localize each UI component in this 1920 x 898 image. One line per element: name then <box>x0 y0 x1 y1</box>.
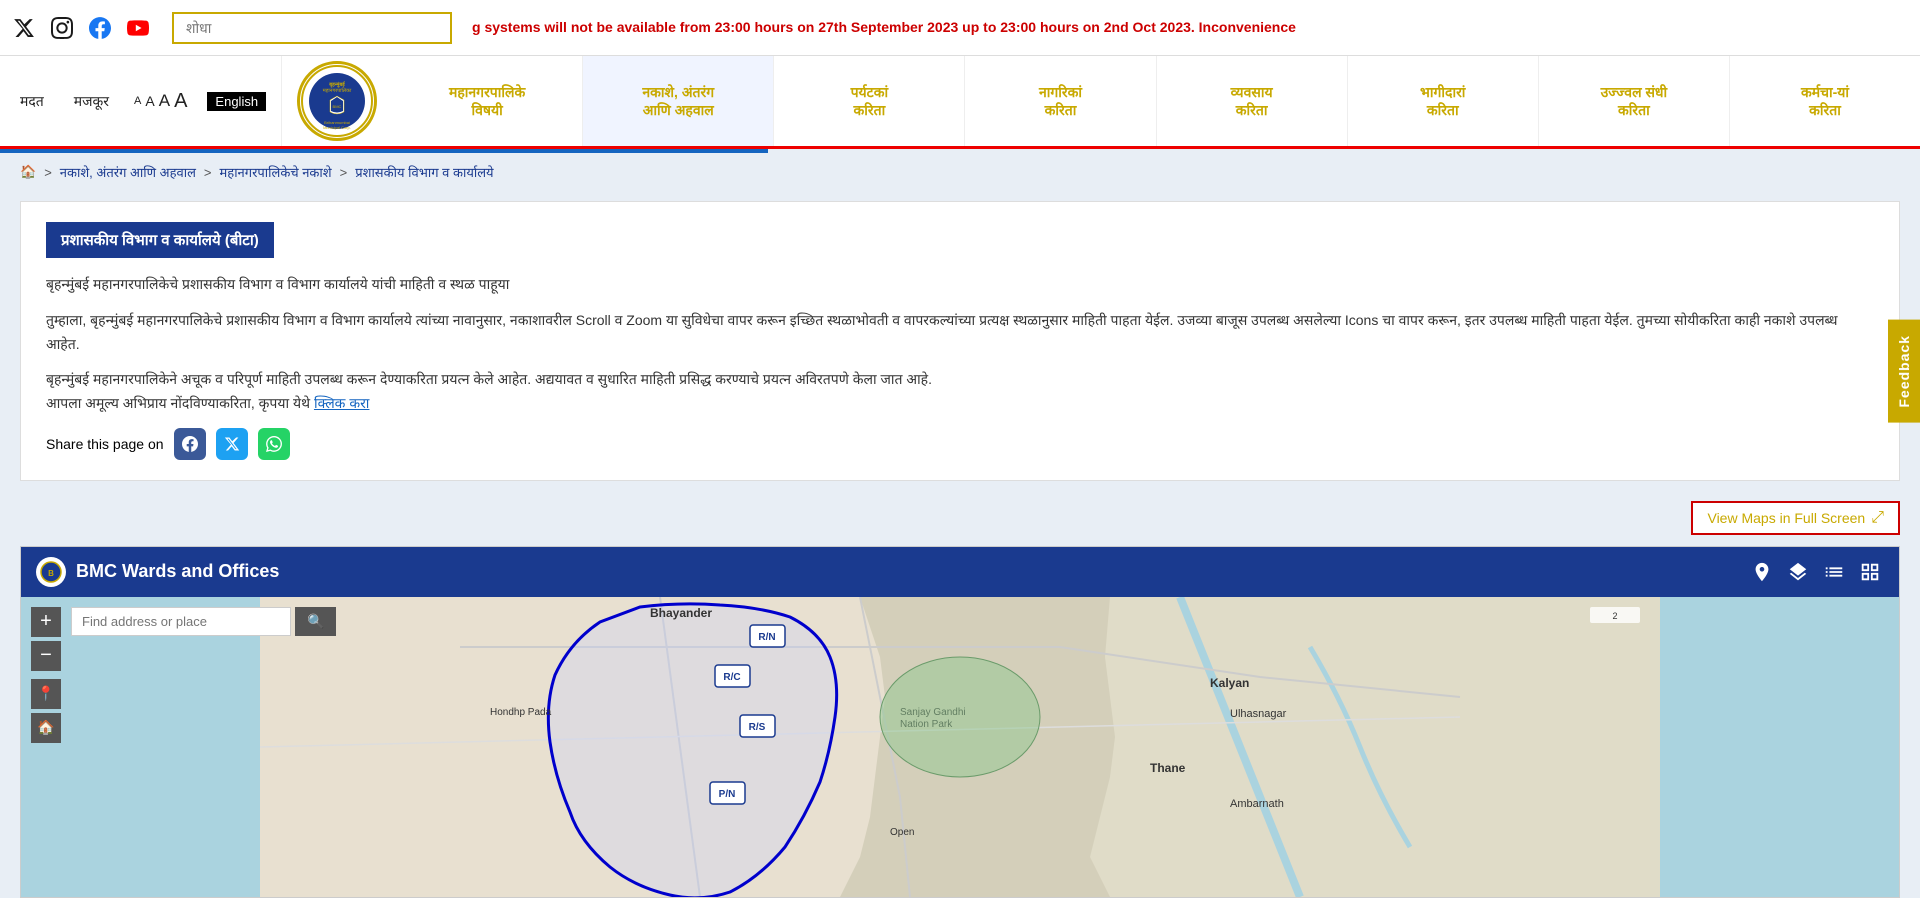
zoom-in-button[interactable]: + <box>31 607 61 637</box>
svg-text:Ulhasnagar: Ulhasnagar <box>1230 708 1287 720</box>
nav-item-7[interactable]: कर्मचा-यांकरिता <box>1730 56 1920 146</box>
svg-text:R/S: R/S <box>749 722 766 733</box>
breadcrumb-item2[interactable]: महानगरपालिकेचे नकाशे <box>220 163 332 181</box>
content-para1: बृहन्मुंबई महानगरपालिकेचे प्रशासकीय विभा… <box>46 273 1874 297</box>
map-tool-list[interactable] <box>1820 558 1848 586</box>
breadcrumb-home[interactable]: 🏠 <box>20 164 36 180</box>
map-canvas[interactable]: R/N R/C R/S P/N Bhayander Kalyan Ulhasna… <box>21 597 1899 897</box>
feedback-button[interactable]: Feedback <box>1888 320 1920 423</box>
map-body: + − 📍 🏠 🔍 <box>21 597 1899 897</box>
nav-logo: बृहन्मुंबई महानगरपालिका BMC Brihanmumbai… <box>297 61 377 141</box>
instagram-icon[interactable] <box>48 14 76 42</box>
content-para2: तुम्हाला, बृहन्मुंबई महानगरपालिकेचे प्रश… <box>46 309 1874 357</box>
svg-text:महानगरपालिका: महानगरपालिका <box>323 87 352 94</box>
marquee-area: g systems will not be available from 23:… <box>462 19 1910 37</box>
breadcrumb-sep3: > <box>340 165 348 180</box>
top-search-input[interactable] <box>172 12 452 44</box>
breadcrumb-item1[interactable]: नकाशे, अंतरंग आणि अहवाल <box>60 163 196 181</box>
nav-item-1[interactable]: नकाशे, अंतरंगआणि अहवाल <box>583 56 774 146</box>
nav-items: महानगरपालिकेविषयी नकाशे, अंतरंगआणि अहवाल… <box>392 56 1920 146</box>
view-maps-label: View Maps in Full Screen <box>1707 510 1865 526</box>
font-medium[interactable]: A <box>145 93 154 109</box>
svg-text:बृहन्मुंबई: बृहन्मुंबई <box>328 81 345 88</box>
nav-item-5[interactable]: भागीदारांकरिता <box>1348 56 1539 146</box>
language-button[interactable]: English <box>207 92 266 111</box>
map-header-logo: B <box>36 557 66 587</box>
my-location-button[interactable]: 📍 <box>31 679 61 709</box>
map-search-input[interactable] <box>71 607 291 636</box>
svg-text:Open: Open <box>890 827 914 838</box>
top-search-box <box>172 12 452 44</box>
nav-item-6[interactable]: उज्ज्वल संधीकरिता <box>1539 56 1730 146</box>
nav-logo-area: बृहन्मुंबई महानगरपालिका BMC Brihanmumbai… <box>282 56 392 146</box>
svg-text:Municipal Corp.: Municipal Corp. <box>323 125 351 130</box>
svg-text:2: 2 <box>1612 611 1617 621</box>
font-controls: A A A A <box>134 90 187 113</box>
view-maps-fullscreen-button[interactable]: View Maps in Full Screen ⤢ <box>1691 501 1900 535</box>
nav-item-4[interactable]: व्यवसायकरिता <box>1157 56 1348 146</box>
svg-text:B: B <box>48 569 54 578</box>
svg-text:P/N: P/N <box>719 789 736 800</box>
youtube-icon[interactable] <box>124 14 152 42</box>
map-header: B BMC Wards and Offices <box>21 547 1899 597</box>
map-tool-grid[interactable] <box>1856 558 1884 586</box>
nav-item-2[interactable]: पर्यटकांकरिता <box>774 56 965 146</box>
share-facebook[interactable] <box>174 428 206 460</box>
content-para3: बृहन्मुंबई महानगरपालिकेने अचूक व परिपूर्… <box>46 368 1874 416</box>
nav-bar: मदत मजकूर A A A A English बृहन्मुंबई महा… <box>0 56 1920 149</box>
svg-text:Hondhp Pada: Hondhp Pada <box>490 707 552 718</box>
marquee-text: g systems will not be available from 23:… <box>472 19 1296 35</box>
map-controls: + − 📍 🏠 <box>31 607 61 743</box>
help-link[interactable]: मदत <box>15 82 49 121</box>
svg-text:R/N: R/N <box>758 632 775 643</box>
nav-item-0[interactable]: महानगरपालिकेविषयी <box>392 56 583 146</box>
map-container: B BMC Wards and Offices <box>20 546 1900 898</box>
worker-link[interactable]: मजकूर <box>69 82 114 121</box>
svg-text:Ambarnath: Ambarnath <box>1230 798 1284 810</box>
map-tool-locate[interactable] <box>1748 558 1776 586</box>
breadcrumb-sep1: > <box>44 165 52 180</box>
map-search-area: 🔍 <box>71 607 336 636</box>
font-xlarge[interactable]: A <box>174 90 187 113</box>
map-title: BMC Wards and Offices <box>76 561 1738 582</box>
nav-item-3[interactable]: नागरिकांकरिता <box>965 56 1156 146</box>
svg-text:R/C: R/C <box>723 672 740 683</box>
facebook-icon[interactable] <box>86 14 114 42</box>
zoom-out-button[interactable]: − <box>31 641 61 671</box>
share-label: Share this page on <box>46 436 164 452</box>
content-area: प्रशासकीय विभाग व कार्यालये (बीटा) बृहन्… <box>0 191 1920 491</box>
content-card: प्रशासकीय विभाग व कार्यालये (बीटा) बृहन्… <box>20 201 1900 481</box>
svg-text:Kalyan: Kalyan <box>1210 676 1249 690</box>
nav-left: मदत मजकूर A A A A English <box>0 56 282 146</box>
top-bar: g systems will not be available from 23:… <box>0 0 1920 56</box>
breadcrumb-sep2: > <box>204 165 212 180</box>
map-search-button[interactable]: 🔍 <box>295 607 336 636</box>
social-icons <box>10 14 152 42</box>
svg-text:BMC: BMC <box>333 104 342 109</box>
share-twitter[interactable] <box>216 428 248 460</box>
breadcrumb-item3: प्रशासकीय विभाग व कार्यालये <box>355 163 493 181</box>
font-large[interactable]: A <box>159 91 170 111</box>
font-small[interactable]: A <box>134 95 141 107</box>
map-header-tools <box>1748 558 1884 586</box>
twitter-icon[interactable] <box>10 14 38 42</box>
share-row: Share this page on <box>46 428 1874 460</box>
svg-text:Bhayander: Bhayander <box>650 606 712 620</box>
share-whatsapp[interactable] <box>258 428 290 460</box>
breadcrumb: 🏠 > नकाशे, अंतरंग आणि अहवाल > महानगरपालि… <box>0 153 1920 191</box>
click-here-link[interactable]: क्लिक करा <box>314 395 370 411</box>
content-title: प्रशासकीय विभाग व कार्यालये (बीटा) <box>46 222 274 258</box>
map-section: View Maps in Full Screen ⤢ B BMC Wards a… <box>0 491 1920 898</box>
map-tool-layers[interactable] <box>1784 558 1812 586</box>
home-location-button[interactable]: 🏠 <box>31 713 61 743</box>
svg-text:Thane: Thane <box>1150 761 1186 775</box>
fullscreen-icon: ⤢ <box>1871 509 1884 527</box>
